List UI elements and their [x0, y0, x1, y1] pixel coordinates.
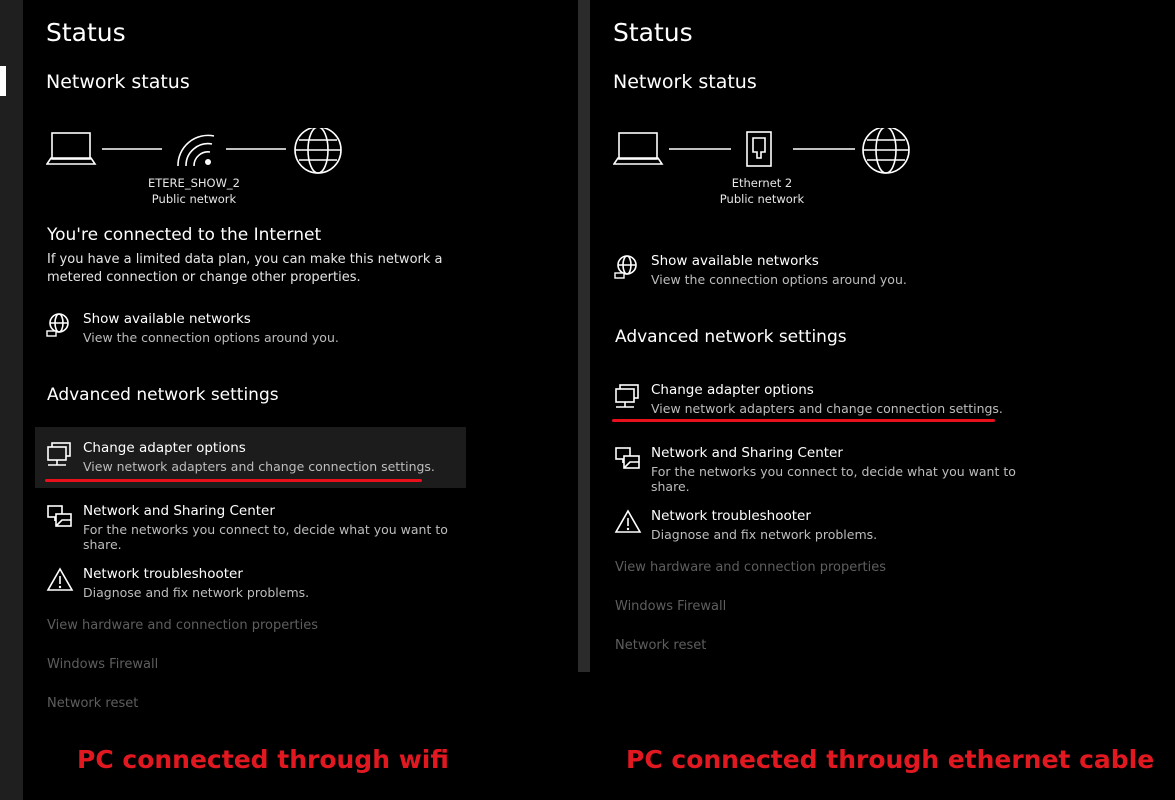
connected-desc-1: If you have a limited data plan, you can… — [47, 252, 443, 267]
warning-triangle-icon — [614, 509, 642, 533]
change-adapter-title: Change adapter options — [83, 440, 246, 456]
connected-desc-2: metered connection or change other prope… — [47, 270, 361, 285]
left-sidebar-strip — [0, 0, 23, 800]
red-underline-annotation — [45, 479, 422, 482]
troubleshooter-row[interactable]: Network troubleshooter Diagnose and fix … — [608, 503, 1028, 547]
selection-indicator — [0, 66, 6, 96]
wifi-icon — [177, 134, 215, 167]
troubleshooter-title: Network troubleshooter — [83, 566, 243, 582]
connected-heading: You're connected to the Internet — [47, 225, 322, 245]
hardware-properties-link[interactable]: View hardware and connection properties — [47, 618, 318, 633]
adapter-monitor-icon — [47, 442, 71, 466]
show-networks-title: Show available networks — [651, 253, 819, 269]
change-adapter-row[interactable]: Change adapter options View network adap… — [608, 377, 1028, 421]
troubleshooter-title: Network troubleshooter — [651, 508, 811, 524]
network-diagram — [46, 128, 342, 174]
sharing-center-icon — [615, 447, 640, 469]
sharing-center-desc: For the networks you connect to, decide … — [651, 464, 1016, 494]
adapter-monitor-icon — [615, 384, 639, 408]
windows-firewall-link[interactable]: Windows Firewall — [47, 657, 158, 672]
change-adapter-desc: View network adapters and change connect… — [83, 459, 435, 474]
sharing-center-title: Network and Sharing Center — [83, 503, 275, 519]
show-networks-desc: View the connection options around you. — [83, 330, 339, 345]
network-reset-link[interactable]: Network reset — [47, 696, 138, 711]
change-adapter-desc: View network adapters and change connect… — [651, 401, 1003, 416]
show-networks-row[interactable]: Show available networks View the connect… — [40, 306, 460, 350]
globe-network-icon — [46, 313, 69, 337]
wifi-caption: PC connected through wifi — [77, 745, 449, 774]
network-status-heading: Network status — [46, 71, 190, 93]
laptop-icon — [613, 132, 664, 165]
troubleshooter-desc: Diagnose and fix network problems. — [651, 527, 878, 542]
show-networks-desc: View the connection options around you. — [651, 272, 907, 287]
show-networks-title: Show available networks — [83, 311, 251, 327]
troubleshooter-desc: Diagnose and fix network problems. — [83, 585, 310, 600]
warning-triangle-icon — [46, 567, 74, 591]
windows-firewall-link[interactable]: Windows Firewall — [615, 599, 726, 614]
network-type: Public network — [151, 192, 237, 206]
sharing-center-icon — [47, 505, 72, 527]
network-status-heading: Network status — [613, 71, 757, 93]
advanced-settings-heading: Advanced network settings — [615, 327, 847, 347]
laptop-icon — [46, 132, 97, 165]
hardware-properties-link[interactable]: View hardware and connection properties — [615, 560, 886, 575]
sharing-center-row[interactable]: Network and Sharing Center For the netwo… — [608, 440, 1028, 494]
troubleshooter-row[interactable]: Network troubleshooter Diagnose and fix … — [40, 561, 460, 605]
network-diagram — [613, 128, 910, 174]
network-type: Public network — [719, 192, 805, 206]
globe-network-icon — [614, 255, 637, 279]
red-underline-annotation — [612, 419, 995, 422]
advanced-settings-heading: Advanced network settings — [47, 385, 279, 405]
ethernet-icon — [746, 131, 772, 167]
panel-scrollbar[interactable] — [578, 0, 590, 672]
network-name: Ethernet 2 — [731, 176, 793, 190]
network-name: ETERE_SHOW_2 — [148, 176, 240, 190]
page-title: Status — [613, 18, 693, 47]
show-networks-row[interactable]: Show available networks View the connect… — [608, 248, 1028, 292]
sharing-center-title: Network and Sharing Center — [651, 445, 843, 461]
page-title: Status — [46, 18, 126, 47]
change-adapter-title: Change adapter options — [651, 382, 814, 398]
sharing-center-desc: For the networks you connect to, decide … — [83, 522, 448, 552]
sharing-center-row[interactable]: Network and Sharing Center For the netwo… — [40, 498, 460, 552]
globe-icon — [294, 128, 342, 174]
globe-icon — [862, 128, 910, 174]
ethernet-caption: PC connected through ethernet cable — [626, 745, 1155, 774]
network-reset-link[interactable]: Network reset — [615, 638, 706, 653]
